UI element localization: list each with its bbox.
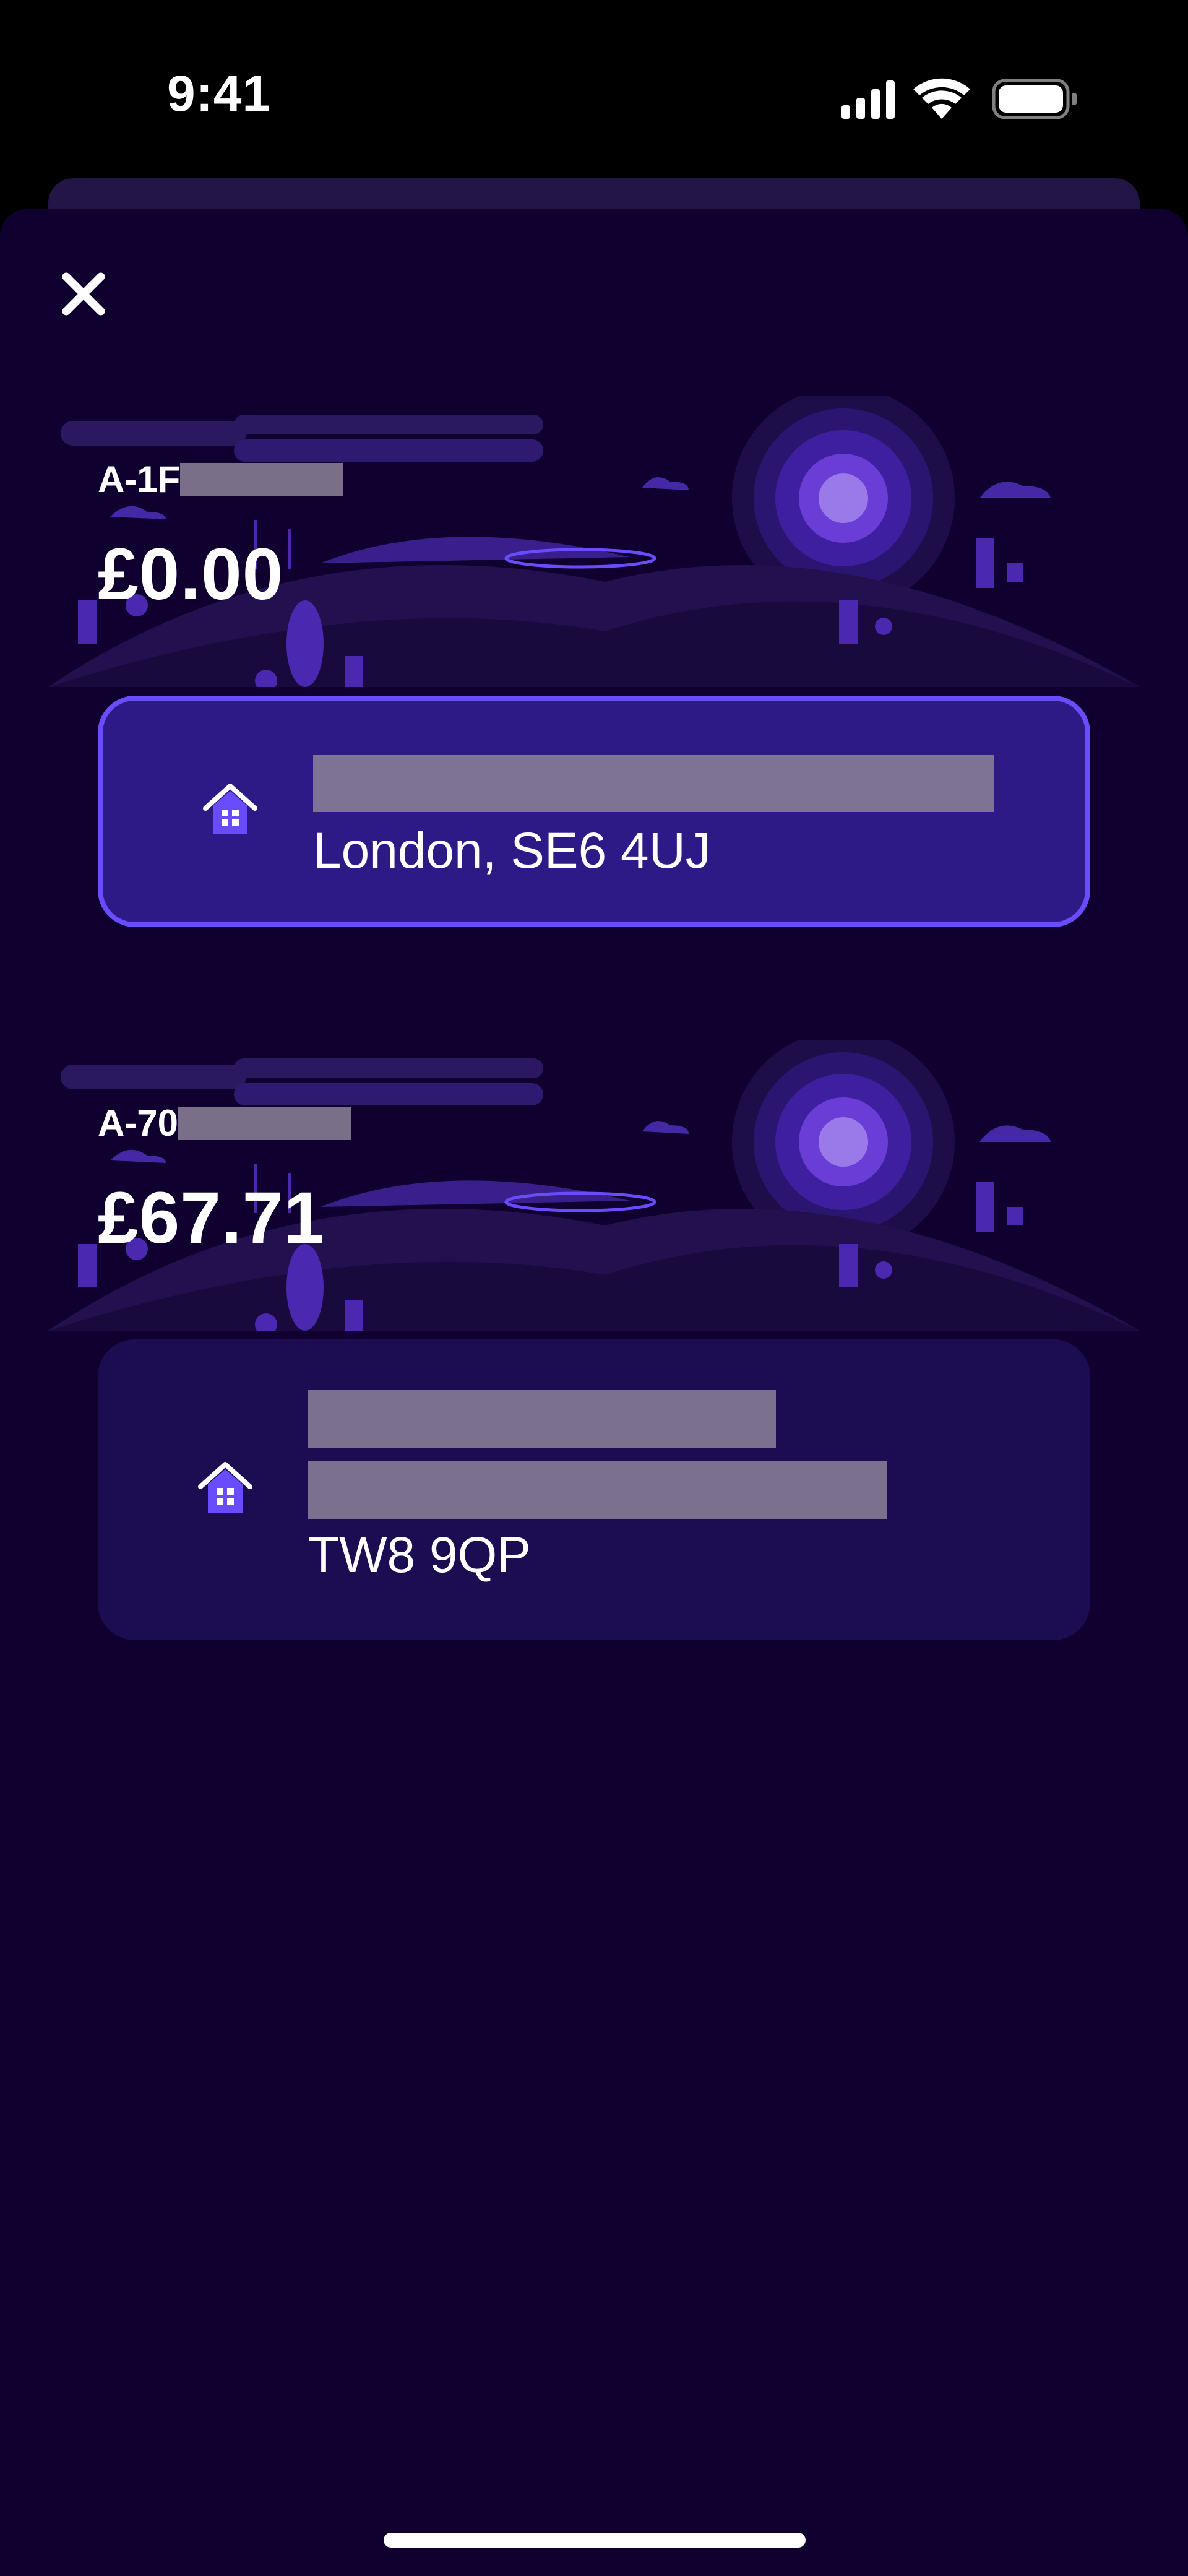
property-card[interactable]: TW8 9QP [98, 1339, 1090, 1640]
property-card[interactable]: London, SE6 4UJ [98, 696, 1090, 927]
account-picker-screen: 9:41 A-1F £0.00 London, SE6 4UJ A-70 £67… [0, 0, 1188, 2576]
address-redacted [313, 755, 994, 812]
home-icon [203, 784, 257, 834]
battery-icon [992, 79, 1077, 119]
status-bar: 9:41 [0, 0, 1188, 186]
cellular-signal-icon [842, 80, 895, 119]
account-item: A-70 £67.71 TW8 9QP [48, 1040, 1140, 1659]
status-icons [842, 78, 1077, 119]
address-redacted [308, 1390, 776, 1448]
account-item: A-1F £0.00 London, SE6 4UJ [48, 396, 1140, 941]
account-number: A-70 [98, 1102, 352, 1144]
account-number-redacted [178, 1106, 352, 1140]
account-number-prefix: A-1F [98, 459, 181, 500]
home-icon [198, 1462, 252, 1513]
account-number-redacted [180, 462, 344, 496]
close-icon [62, 272, 105, 316]
address-line: TW8 9QP [308, 1527, 531, 1583]
status-time: 9:41 [167, 66, 272, 122]
account-number: A-1F [98, 458, 344, 501]
home-indicator[interactable] [384, 2533, 806, 2548]
wifi-icon [913, 78, 970, 119]
address-line: London, SE6 4UJ [313, 823, 711, 879]
account-balance: £0.00 [98, 534, 284, 615]
close-button[interactable] [59, 269, 108, 319]
account-number-prefix: A-70 [98, 1102, 179, 1144]
account-balance: £67.71 [98, 1177, 325, 1259]
address-redacted [308, 1461, 887, 1519]
